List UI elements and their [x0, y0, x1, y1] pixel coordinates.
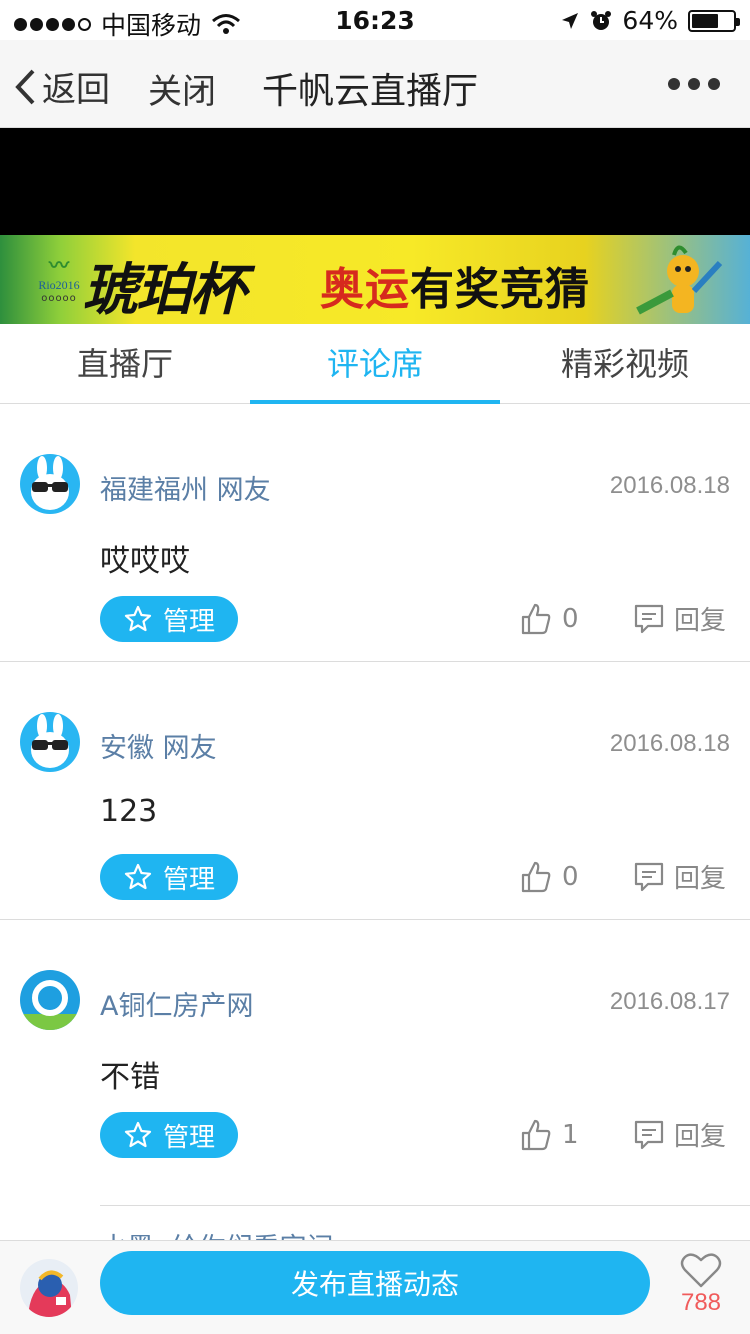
rabbit-icon: [20, 454, 80, 514]
star-icon: [124, 1121, 152, 1148]
battery-icon: [688, 9, 740, 32]
manage-button[interactable]: 管理: [100, 596, 238, 642]
comment-text: 哎哎哎: [100, 544, 190, 579]
rabbit-icon: [20, 712, 80, 772]
chevron-left-icon: [15, 69, 35, 104]
avatar[interactable]: [20, 712, 80, 772]
reply-button[interactable]: 回复: [632, 858, 726, 895]
chat-bubble-icon: [634, 1120, 664, 1149]
status-bar: 中国移动 16:23 64%: [0, 0, 750, 40]
rio-logo: 〰 Rio2016 ooooo: [38, 253, 80, 304]
battery-percent: 64%: [622, 6, 678, 35]
user-avatar[interactable]: [20, 1259, 78, 1317]
like-room-button[interactable]: 788: [676, 1251, 726, 1317]
comment-item: A铜仁房产网 2016.08.17 不错 管理 1 回复: [0, 920, 750, 1205]
tab-comments[interactable]: 评论席: [250, 324, 500, 404]
more-menu-button[interactable]: [668, 78, 720, 90]
more-dot-icon: [708, 78, 720, 90]
like-count: 0: [562, 862, 579, 892]
banner-slogan: 奥运有奖竞猜: [320, 264, 590, 315]
thumbs-up-icon: [521, 861, 551, 893]
chat-bubble-icon: [634, 604, 664, 633]
comment-text: 不错: [100, 1060, 160, 1095]
reply-button[interactable]: 回复: [632, 600, 726, 637]
avatar[interactable]: [20, 970, 80, 1030]
status-right: 64%: [560, 6, 740, 35]
like-count: 1: [562, 1120, 579, 1150]
chat-bubble-icon: [634, 862, 664, 891]
like-button[interactable]: 0: [520, 602, 579, 636]
ring-logo-icon: [20, 970, 80, 1030]
back-button[interactable]: 返回: [14, 62, 110, 111]
tab-bar: 直播厅 评论席 精彩视频: [0, 324, 750, 404]
tab-videos[interactable]: 精彩视频: [500, 324, 750, 403]
nav-bar: 返回 关闭 千帆云直播厅: [0, 40, 750, 128]
mascot-icon: [636, 245, 723, 315]
sub-comment-text: 水墨 :给你们看字问: [100, 1226, 334, 1240]
page-title: 千帆云直播厅: [262, 71, 479, 112]
comment-username[interactable]: A铜仁房产网: [100, 984, 253, 1023]
video-player[interactable]: [0, 128, 750, 235]
thumbs-up-icon: [521, 1119, 551, 1151]
like-button[interactable]: 0: [520, 860, 579, 894]
tab-live-hall[interactable]: 直播厅: [0, 324, 250, 403]
more-dot-icon: [688, 78, 700, 90]
like-count: 0: [562, 604, 579, 634]
manage-button[interactable]: 管理: [100, 1112, 238, 1158]
comment-text: 123: [100, 794, 158, 829]
alarm-icon: [591, 10, 612, 30]
like-button[interactable]: 1: [520, 1118, 579, 1152]
thumbs-up-icon: [521, 603, 551, 635]
manage-button[interactable]: 管理: [100, 854, 238, 900]
heart-count: 788: [680, 1289, 722, 1316]
location-arrow-icon: [562, 12, 579, 29]
star-icon: [124, 863, 152, 890]
user-portrait-icon: [20, 1259, 78, 1317]
reply-button[interactable]: 回复: [632, 1116, 726, 1153]
comment-username[interactable]: 福建福州 网友: [100, 468, 271, 507]
banner-brush-text: 琥珀杯: [82, 257, 246, 323]
avatar[interactable]: [20, 454, 80, 514]
comment-item: 福建福州 网友 2016.08.18 哎哎哎 管理 0 回复: [0, 404, 750, 662]
more-dot-icon: [668, 78, 680, 90]
heart-icon: [680, 1253, 722, 1288]
comment-item: 安徽 网友 2016.08.18 123 管理 0 回复: [0, 662, 750, 920]
comment-date: 2016.08.17: [609, 988, 730, 1015]
comment-date: 2016.08.18: [609, 730, 730, 757]
promo-banner[interactable]: 〰 Rio2016 ooooo 琥珀杯 奥运有奖竞猜: [0, 235, 750, 324]
star-icon: [124, 605, 152, 632]
sub-comment-preview: 水墨 :给你们看字问: [100, 1205, 750, 1240]
back-label: 返回: [42, 70, 110, 110]
comment-date: 2016.08.18: [609, 472, 730, 499]
bottom-bar: 发布直播动态 788: [0, 1240, 750, 1334]
close-button[interactable]: 关闭: [148, 64, 216, 113]
publish-live-update-button[interactable]: 发布直播动态: [100, 1251, 650, 1315]
comment-username[interactable]: 安徽 网友: [100, 726, 217, 765]
